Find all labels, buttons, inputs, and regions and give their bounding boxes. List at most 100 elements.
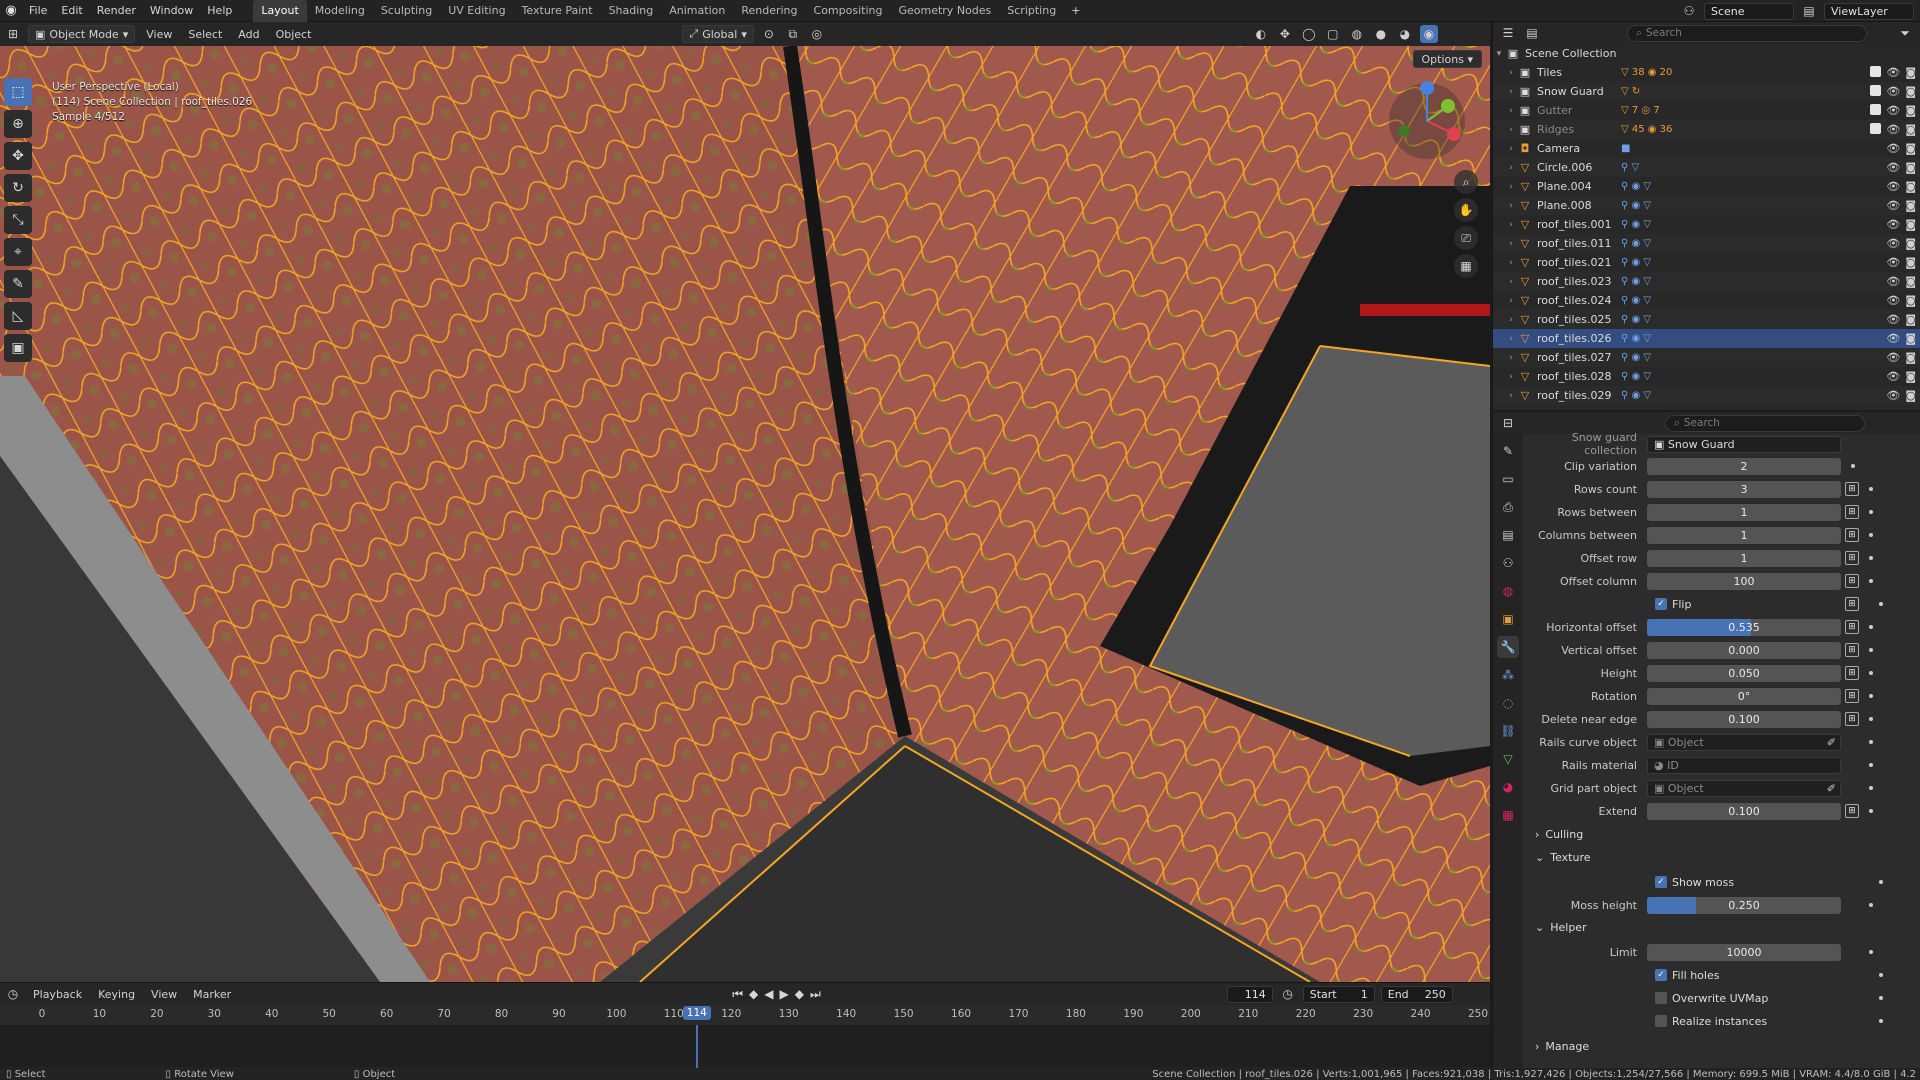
node-socket-icon[interactable]: ⊞	[1845, 689, 1859, 703]
start-frame-field[interactable]: Start 1	[1302, 985, 1375, 1003]
menu-render[interactable]: Render	[90, 0, 143, 22]
keyframe-dot-icon[interactable]	[1869, 487, 1873, 491]
keyframe-dot-icon[interactable]	[1879, 602, 1883, 606]
outliner-row[interactable]: › ▽ roof_tiles.024 ⚲ ◉ ▽ 👁 ◙	[1493, 291, 1920, 310]
camera-render-icon[interactable]: ◙	[1905, 123, 1916, 136]
eye-icon[interactable]: 👁	[1886, 256, 1900, 269]
3d-viewport[interactable]: User Perspective (Local) (114) Scene Col…	[0, 46, 1490, 982]
playhead-frame-label[interactable]: 114	[682, 1006, 711, 1020]
overlay-icon[interactable]: ◯	[1300, 25, 1318, 43]
overwrite-uvmap-checkbox[interactable]: Overwrite UVMap	[1655, 992, 1768, 1005]
move-tool-icon[interactable]: ✥	[4, 142, 32, 170]
node-socket-icon[interactable]: ⊞	[1845, 551, 1859, 565]
rows-between-field[interactable]: 1	[1647, 503, 1841, 521]
outliner-row[interactable]: › ▽ roof_tiles.028 ⚲ ◉ ▽ 👁 ◙	[1493, 367, 1920, 386]
node-socket-icon[interactable]: ⊞	[1845, 643, 1859, 657]
display-mode-icon[interactable]: ▤	[1523, 24, 1541, 42]
workspace-tab-animation[interactable]: Animation	[661, 0, 733, 22]
eye-icon[interactable]: 👁	[1886, 142, 1900, 155]
outliner-row[interactable]: › ▽ Plane.008 ⚲ ◉ ▽ 👁 ◙	[1493, 196, 1920, 215]
world-tab-icon[interactable]: ◍	[1497, 580, 1519, 602]
camera-render-icon[interactable]: ◙	[1905, 237, 1916, 250]
snow-guard-collection-field[interactable]: ▣ Snow Guard	[1647, 435, 1841, 453]
eye-icon[interactable]: 👁	[1886, 123, 1900, 136]
eye-icon[interactable]: 👁	[1886, 313, 1900, 326]
timeline-track-area[interactable]	[0, 1025, 1490, 1069]
chevron-right-icon[interactable]: ›	[1505, 106, 1517, 116]
constraints-tab-icon[interactable]: ⛓	[1497, 720, 1519, 742]
node-socket-icon[interactable]: ⊞	[1845, 482, 1859, 496]
eye-icon[interactable]: 👁	[1886, 66, 1900, 79]
editor-type-icon[interactable]: ⊟	[1499, 414, 1517, 432]
chevron-right-icon[interactable]: ›	[1505, 315, 1517, 325]
realize-instances-checkbox[interactable]: Realize instances	[1655, 1015, 1767, 1028]
camera-render-icon[interactable]: ◙	[1905, 313, 1916, 326]
editor-type-icon[interactable]: ◷	[4, 985, 22, 1003]
proportional-edit-icon[interactable]: ◎	[808, 25, 826, 43]
camera-render-icon[interactable]: ◙	[1905, 161, 1916, 174]
camera-render-icon[interactable]: ◙	[1905, 218, 1916, 231]
add-cube-tool-icon[interactable]: ▣	[4, 334, 32, 362]
chevron-right-icon[interactable]: ›	[1505, 353, 1517, 363]
node-socket-icon[interactable]: ⊞	[1845, 620, 1859, 634]
keyframe-dot-icon[interactable]	[1869, 556, 1873, 560]
manage-panel-header[interactable]: › Manage	[1535, 1040, 1589, 1053]
workspace-tab-uv-editing[interactable]: UV Editing	[440, 0, 513, 22]
eye-icon[interactable]: 👁	[1886, 237, 1900, 250]
workspace-tab-compositing[interactable]: Compositing	[806, 0, 891, 22]
node-socket-icon[interactable]: ⊞	[1845, 597, 1859, 611]
offset-row-field[interactable]: 1	[1647, 549, 1841, 567]
eye-icon[interactable]: 👁	[1886, 180, 1900, 193]
jump-end-icon[interactable]: ⏭	[810, 987, 821, 1002]
wireframe-shading-icon[interactable]: ◍	[1348, 25, 1366, 43]
properties-search-input[interactable]: ⌕ Search	[1665, 414, 1865, 432]
workspace-tab-texture-paint[interactable]: Texture Paint	[514, 0, 601, 22]
rows-count-field[interactable]: 3	[1647, 480, 1841, 498]
rotate-tool-icon[interactable]: ↻	[4, 174, 32, 202]
camera-render-icon[interactable]: ◙	[1905, 332, 1916, 345]
chevron-right-icon[interactable]: ›	[1505, 125, 1517, 135]
select-box-tool-icon[interactable]: ⬚	[4, 78, 32, 106]
chevron-right-icon[interactable]: ›	[1505, 277, 1517, 287]
keyframe-dot-icon[interactable]	[1869, 717, 1873, 721]
moss-height-slider[interactable]: 0.250	[1647, 896, 1841, 914]
chevron-right-icon[interactable]: ›	[1505, 239, 1517, 249]
filter-icon[interactable]: ⏷	[1896, 24, 1914, 42]
rendered-shading-icon[interactable]: ◉	[1419, 25, 1438, 43]
camera-render-icon[interactable]: ◙	[1905, 85, 1916, 98]
keyframe-dot-icon[interactable]	[1869, 671, 1873, 675]
workspace-tab-shading[interactable]: Shading	[601, 0, 662, 22]
chevron-right-icon[interactable]: ›	[1505, 68, 1517, 78]
menu-edit[interactable]: Edit	[54, 0, 89, 22]
outliner-row[interactable]: › ▣ Gutter ▽ 7 ◎ 7 👁 ◙	[1493, 101, 1920, 120]
texture-tab-icon[interactable]: ▦	[1497, 804, 1519, 826]
play-reverse-icon[interactable]: ◀	[764, 987, 773, 1002]
transform-tool-icon[interactable]: ⌖	[4, 238, 32, 266]
workspace-tab-modeling[interactable]: Modeling	[307, 0, 373, 22]
eye-icon[interactable]: 👁	[1886, 332, 1900, 345]
outliner-row[interactable]: › ▽ roof_tiles.029 ⚲ ◉ ▽ 👁 ◙	[1493, 386, 1920, 405]
keyframe-dot-icon[interactable]	[1869, 579, 1873, 583]
chevron-right-icon[interactable]: ›	[1505, 163, 1517, 173]
flip-checkbox[interactable]: ✓ Flip	[1655, 598, 1691, 611]
outliner-row[interactable]: › ▣ Ridges ▽ 45 ◉ 36 👁 ◙	[1493, 120, 1920, 139]
measure-tool-icon[interactable]: ◺	[4, 302, 32, 330]
camera-render-icon[interactable]: ◙	[1905, 294, 1916, 307]
camera-view-icon[interactable]: ⎚	[1454, 226, 1478, 250]
playback-menu[interactable]: Playback	[28, 988, 87, 1001]
camera-render-icon[interactable]: ◙	[1905, 180, 1916, 193]
keyframe-dot-icon[interactable]	[1869, 694, 1873, 698]
node-socket-icon[interactable]: ⊞	[1845, 528, 1859, 542]
chevron-right-icon[interactable]: ›	[1505, 296, 1517, 306]
eye-icon[interactable]: 👁	[1886, 275, 1900, 288]
outliner-row[interactable]: › ▽ Circle.006 ⚲ ▽ 👁 ◙	[1493, 158, 1920, 177]
grid-part-object-field[interactable]: ▣ Object ✐	[1647, 779, 1841, 797]
object-mode-dropdown[interactable]: ▣ Object Mode ▾	[28, 25, 136, 43]
keyframe-dot-icon[interactable]	[1869, 625, 1873, 629]
jump-start-icon[interactable]: ⏮	[732, 987, 743, 1002]
end-frame-field[interactable]: End 250	[1380, 985, 1453, 1003]
keyframe-dot-icon[interactable]	[1869, 510, 1873, 514]
camera-render-icon[interactable]: ◙	[1905, 351, 1916, 364]
offset-column-field[interactable]: 100	[1647, 572, 1841, 590]
select-menu[interactable]: Select	[183, 28, 227, 41]
